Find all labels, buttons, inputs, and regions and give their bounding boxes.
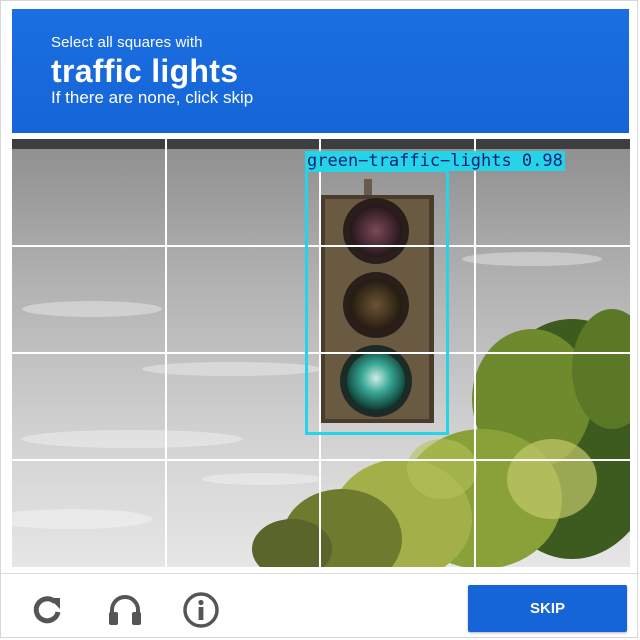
info-button[interactable] [179, 588, 223, 632]
grid-cell[interactable] [166, 246, 321, 353]
target-object-text: traffic lights [51, 53, 239, 89]
grid-cell[interactable] [12, 353, 166, 460]
grid-cell[interactable] [166, 139, 321, 246]
grid-cell[interactable] [475, 460, 630, 567]
detection-label: green−traffic−lights 0.98 [305, 151, 565, 171]
captcha-dialog: Select all squares with traffic lights I… [0, 0, 639, 640]
captcha-header: Select all squares with traffic lights I… [12, 9, 629, 133]
skip-button[interactable]: SKIP [468, 585, 627, 632]
grid-divider [12, 459, 630, 461]
reload-button[interactable] [25, 588, 69, 632]
image-grid: green−traffic−lights 0.98 [12, 139, 630, 567]
grid-cell[interactable] [166, 460, 321, 567]
skip-hint-text: If there are none, click skip [51, 88, 254, 107]
grid-cell[interactable] [475, 246, 630, 353]
reload-icon [33, 596, 61, 624]
grid-cell[interactable] [475, 353, 630, 460]
headphones-icon [109, 595, 141, 625]
captcha-footer: SKIP [1, 573, 639, 640]
audio-button[interactable] [103, 588, 147, 632]
grid-cell[interactable] [12, 139, 166, 246]
detection-box [305, 169, 449, 435]
instruction-text: Select all squares with [51, 34, 203, 51]
grid-cell[interactable] [12, 246, 166, 353]
info-icon [183, 592, 219, 628]
grid-cell[interactable] [12, 460, 166, 567]
grid-cell[interactable] [166, 353, 321, 460]
grid-cell[interactable] [321, 460, 475, 567]
